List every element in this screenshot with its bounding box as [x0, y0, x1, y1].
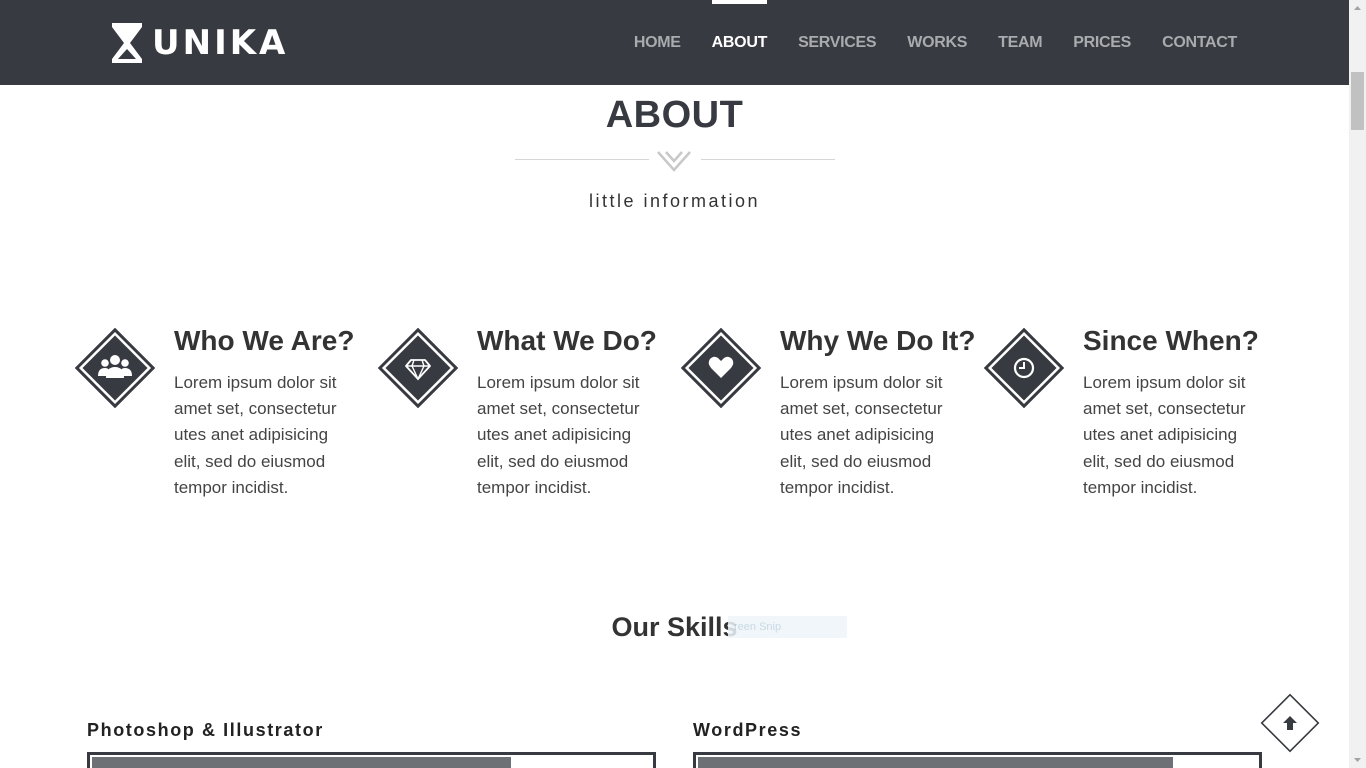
scroll-down-arrow-icon[interactable]	[1349, 751, 1366, 768]
feature-title: Why We Do It?	[780, 325, 976, 356]
feature-title: What We Do?	[477, 325, 657, 356]
feature-text: Lorem ipsum dolor sit amet set, consecte…	[780, 373, 943, 497]
w-chevron-icon	[657, 151, 691, 172]
page-scrollbar[interactable]	[1349, 0, 1366, 768]
scrollbar-thumb[interactable]	[1351, 72, 1364, 130]
feature-since-when: Since When? Lorem ipsum dolor sit amet s…	[984, 324, 1274, 534]
diamond-icon	[378, 328, 458, 408]
screen-snip-overlay: reen Snip	[728, 616, 847, 638]
site-header: UNIKA HOME ABOUT SERVICES WORKS TEAM PRI…	[0, 0, 1349, 85]
divider-line-right	[701, 159, 835, 160]
skills-title: Our Skills	[611, 612, 738, 642]
main-nav: HOME ABOUT SERVICES WORKS TEAM PRICES CO…	[603, 0, 1237, 85]
nav-item-team[interactable]: TEAM	[998, 0, 1042, 85]
title-divider	[515, 150, 835, 172]
feature-title: Who We Are?	[174, 325, 355, 356]
feature-who-we-are: Who We Are? Lorem ipsum dolor sit amet s…	[75, 324, 365, 534]
feature-title: Since When?	[1083, 325, 1259, 356]
divider-line-left	[515, 159, 649, 160]
skill-progress-bar	[87, 752, 656, 768]
about-title: ABOUT	[605, 94, 744, 136]
nav-item-contact[interactable]: CONTACT	[1162, 0, 1237, 85]
skill-progress-fill	[92, 757, 512, 768]
feature-what-we-do: What We Do? Lorem ipsum dolor sit amet s…	[378, 324, 668, 534]
feature-text: Lorem ipsum dolor sit amet set, consecte…	[174, 373, 337, 497]
nav-item-services[interactable]: SERVICES	[798, 0, 877, 85]
heart-icon	[681, 328, 761, 408]
hourglass-logo-icon	[112, 23, 142, 63]
feature-text: Lorem ipsum dolor sit amet set, consecte…	[477, 373, 640, 497]
nav-item-prices[interactable]: PRICES	[1073, 0, 1131, 85]
feature-why-we-do-it: Why We Do It? Lorem ipsum dolor sit amet…	[681, 324, 975, 534]
skill-label: WordPress	[693, 720, 803, 740]
feature-text: Lorem ipsum dolor sit amet set, consecte…	[1083, 373, 1246, 497]
nav-item-about[interactable]: ABOUT	[711, 0, 768, 85]
users-icon	[75, 328, 155, 408]
back-to-top-button[interactable]	[1259, 692, 1321, 754]
logo[interactable]: UNIKA	[110, 22, 288, 64]
skill-wordpress: WordPress	[693, 719, 1262, 768]
skill-label: Photoshop & Illustrator	[87, 720, 324, 740]
scroll-up-arrow-icon[interactable]	[1349, 0, 1366, 17]
brand-name: UNIKA	[152, 23, 289, 63]
clock-icon	[984, 328, 1064, 408]
skill-progress-bar	[693, 752, 1262, 768]
nav-item-works[interactable]: WORKS	[907, 0, 967, 85]
skill-progress-fill	[698, 757, 1174, 768]
nav-item-home[interactable]: HOME	[634, 0, 681, 85]
skill-photoshop-illustrator: Photoshop & Illustrator	[87, 719, 656, 768]
about-subtitle: little information	[588, 191, 761, 211]
